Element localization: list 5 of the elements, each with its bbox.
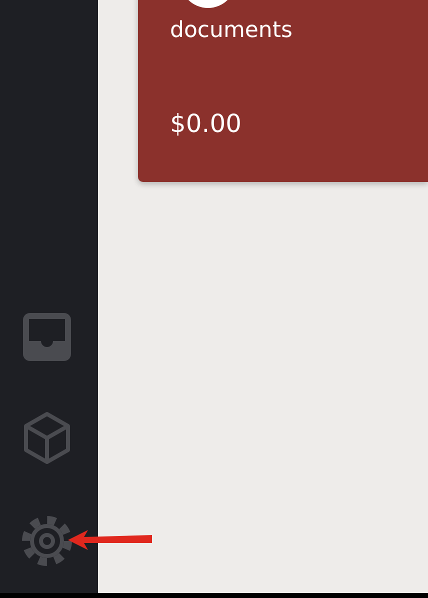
card-amount: $0.00 (170, 109, 242, 138)
inbox-icon[interactable] (23, 313, 71, 361)
settings-icon[interactable] (21, 515, 73, 567)
cube-icon[interactable] (23, 411, 71, 465)
card-label: documents (170, 18, 292, 43)
